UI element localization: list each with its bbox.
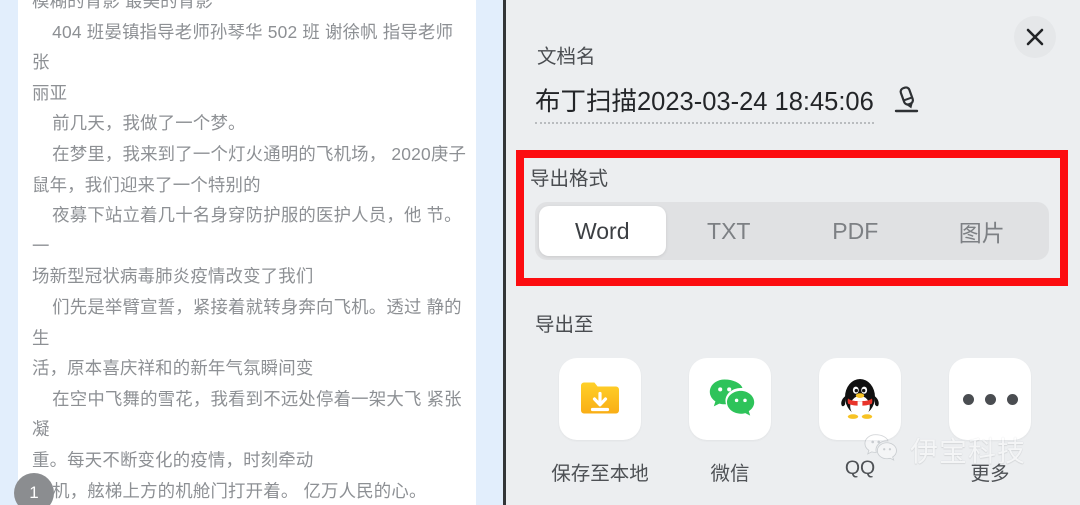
export-target-more[interactable]: 更多 (925, 358, 1055, 486)
export-target-wechat[interactable]: 微信 (665, 358, 795, 486)
document-name-label: 文档名 (537, 46, 596, 68)
more-dots-icon (962, 393, 1018, 405)
export-target-label: 保存至本地 (551, 463, 649, 485)
export-target-tile (689, 358, 771, 440)
qq-penguin-icon (836, 372, 884, 427)
document-name-row[interactable]: 布丁扫描2023-03-24 18:45:06 (535, 84, 922, 124)
format-option-word[interactable]: Word (539, 206, 666, 256)
export-target-tile (949, 358, 1031, 440)
screen: 模糊的背影 最美的背影 404 班晏镇指导老师孙琴华 502 班 谢徐帆 指导老… (0, 0, 1080, 505)
document-name-value[interactable]: 布丁扫描2023-03-24 18:45:06 (535, 85, 874, 124)
export-target-save-local[interactable]: 保存至本地 (535, 358, 665, 486)
page-number-badge: 1 (14, 473, 54, 505)
format-option-txt[interactable]: TXT (666, 206, 793, 256)
wechat-icon (704, 371, 756, 428)
document-body-text: 模糊的背影 最美的背影 404 班晏镇指导老师孙琴华 502 班 谢徐帆 指导老… (32, 0, 467, 501)
export-format-segmented-control[interactable]: Word TXT PDF 图片 (535, 202, 1049, 260)
export-format-label: 导出格式 (530, 168, 609, 190)
export-sheet: 文档名 布丁扫描2023-03-24 18:45:06 导出格式 Word TX (506, 0, 1080, 505)
format-option-image[interactable]: 图片 (919, 206, 1046, 256)
pencil-edit-icon[interactable] (892, 84, 922, 124)
export-target-label: 更多 (970, 463, 1010, 485)
folder-download-icon (575, 372, 625, 427)
page-edge-left (0, 0, 18, 505)
document-preview-pane[interactable]: 模糊的背影 最美的背影 404 班晏镇指导老师孙琴华 502 班 谢徐帆 指导老… (0, 0, 503, 505)
export-target-tile (819, 358, 901, 440)
export-target-list: 保存至本地 微信 QQ 更多 (535, 358, 1055, 486)
format-option-pdf[interactable]: PDF (792, 206, 919, 256)
export-target-label: QQ (844, 457, 876, 479)
export-to-label: 导出至 (535, 314, 594, 336)
page-edge-right (476, 0, 503, 505)
export-target-tile (559, 358, 641, 440)
export-target-qq[interactable]: QQ (795, 358, 925, 486)
export-target-label: 微信 (710, 463, 750, 485)
close-button[interactable] (1014, 16, 1056, 58)
close-icon (1023, 25, 1047, 49)
